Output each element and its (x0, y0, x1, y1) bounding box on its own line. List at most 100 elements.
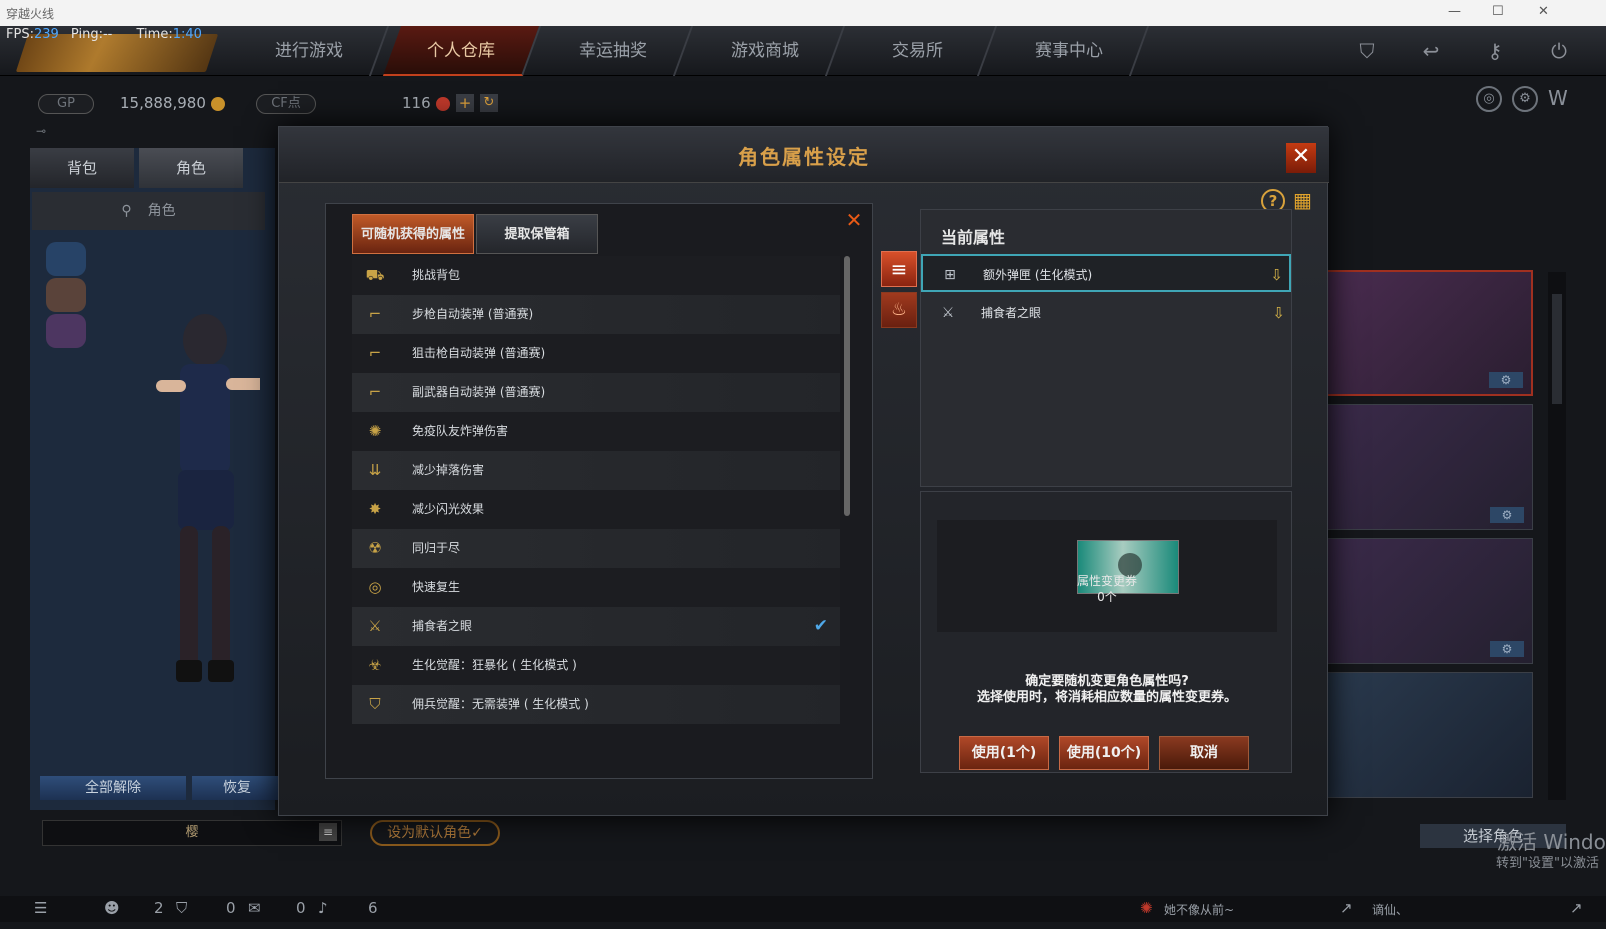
w-logo-icon[interactable]: W (1548, 86, 1568, 110)
download-icon[interactable]: ⇩ (1270, 256, 1283, 294)
attribute-row[interactable]: ⇊ 减少掉落伤害 (352, 451, 840, 490)
chat-message-2: 谪仙、 (1372, 903, 1409, 917)
character-card[interactable] (1326, 672, 1533, 798)
key-small-icon: ⊸ (36, 124, 47, 138)
voucher-panel: 属性变更券 0个 确定要随机变更角色属性吗? 选择使用时，将消耗相应数量的属性变… (920, 491, 1292, 773)
nav-tab-shop[interactable]: 游戏商城 (686, 26, 846, 76)
attribute-row[interactable]: ⌐ 步枪自动装弹 (普通赛) (352, 295, 840, 334)
grid-icon[interactable]: ▦ (1293, 189, 1315, 211)
attribute-row[interactable]: ☣ 生化觉醒：狂暴化 ( 生化模式 ) (352, 646, 840, 685)
attribute-row[interactable]: ☢ 同归于尽 (352, 529, 840, 568)
claw-icon: ⚔ (941, 305, 955, 321)
settings-icon[interactable]: ⚙ (1512, 86, 1538, 112)
add-cf-icon[interactable]: + (456, 94, 474, 112)
character-button-label: 角色 (147, 203, 176, 219)
pistol-icon: ⌐ (368, 383, 382, 401)
attribute-row[interactable]: ✺ 免疫队友炸弹伤害 (352, 412, 840, 451)
character-name-field[interactable]: 樱 ≡ (42, 820, 342, 846)
nav-tab-exchange[interactable]: 交易所 (838, 26, 998, 76)
close-window-button[interactable]: ✕ (1538, 4, 1549, 19)
attribute-label: 生化觉醒：狂暴化 ( 生化模式 ) (412, 658, 577, 672)
gear-icon[interactable]: ⚙ (1490, 641, 1524, 657)
attribute-label: 佣兵觉醒：无需装弹 ( 生化模式 ) (412, 697, 589, 711)
cancel-button[interactable]: 取消 (1159, 736, 1249, 770)
attribute-row[interactable]: ✸ 减少闪光效果 (352, 490, 840, 529)
attribute-label: 减少掉落伤害 (412, 463, 485, 477)
attribute-row[interactable]: ⚔ 捕食者之眼 ✔ (352, 607, 840, 646)
download-icon[interactable]: ⇩ (1272, 294, 1285, 332)
attribute-row[interactable]: ⛟ 挑战背包 (352, 256, 840, 295)
character-model (156, 314, 260, 682)
gear-icon[interactable]: ⚙ (1489, 372, 1523, 388)
character-card[interactable]: ⚙ (1326, 270, 1533, 396)
use-10-button[interactable]: 使用(10个) (1059, 736, 1149, 770)
close-dialog-button[interactable]: ✕ (1286, 143, 1316, 173)
speaker-icon[interactable]: ♪ (318, 899, 328, 917)
use-1-button[interactable]: 使用(1个) (959, 736, 1049, 770)
claw-icon: ⚔ (368, 617, 382, 635)
friends-count: 2 (154, 899, 164, 917)
chat-count: 0 (296, 899, 306, 917)
tab-backpack[interactable]: 背包 (30, 148, 134, 188)
close-list-icon[interactable]: ✕ (844, 210, 864, 230)
perf-hud: FPS:239 Ping:-- Time:1:40 (6, 27, 202, 42)
explosion-icon: ✺ (368, 422, 382, 440)
attribute-list-scrollbar[interactable] (844, 256, 850, 516)
key-icon[interactable]: ⚷ (1482, 38, 1508, 64)
character-scrollbar[interactable] (1548, 272, 1566, 800)
voucher-name: 属性变更券 (1076, 574, 1137, 588)
time-label: Time: (136, 27, 173, 42)
wing-icon[interactable] (46, 314, 86, 348)
refresh-icon[interactable]: ↻ (480, 94, 498, 112)
character-button[interactable]: ⚲ 角色 (32, 192, 265, 230)
nav-tab-play[interactable]: 进行游戏 (230, 26, 390, 76)
mask-icon[interactable] (46, 242, 86, 276)
tab-storage-box[interactable]: 提取保管箱 (476, 214, 598, 254)
unequip-all-button[interactable]: 全部解除 (40, 776, 186, 800)
cf-badge: CF点 (256, 94, 316, 114)
attribute-row[interactable]: ◎ 快速复生 (352, 568, 840, 607)
menu-icon[interactable]: ☰ (34, 899, 47, 917)
friends-icon[interactable]: ☻ (104, 899, 120, 917)
list-icon[interactable]: ≡ (319, 823, 337, 841)
maximize-button[interactable]: ☐ (1492, 4, 1504, 19)
attribute-row[interactable]: ⛉ 佣兵觉醒：无需装弹 ( 生化模式 ) (352, 685, 840, 724)
current-attribute-label: 捕食者之眼 (981, 306, 1042, 320)
speaker-count: 6 (368, 899, 378, 917)
eagle-icon[interactable] (46, 278, 86, 312)
nav-tab-lottery[interactable]: 幸运抽奖 (534, 26, 694, 76)
clan-icon[interactable]: ⛉ (176, 899, 187, 917)
fps-value: 239 (33, 27, 59, 42)
extract-button[interactable]: ♨ (881, 292, 917, 328)
chat-icon[interactable]: ✉ (248, 899, 261, 917)
tab-random-attributes[interactable]: 可随机获得的属性 (352, 214, 474, 254)
minimize-button[interactable]: — (1448, 4, 1461, 19)
activation-watermark-sub: 转到"设置"以激活 (1496, 856, 1599, 871)
current-attribute-row[interactable]: ⚔ 捕食者之眼 ⇩ (921, 294, 1291, 332)
attribute-row[interactable]: ⌐ 狙击枪自动装弹 (普通赛) (352, 334, 840, 373)
character-card[interactable]: ⚙ (1326, 538, 1533, 664)
nav-tab-inventory[interactable]: 个人仓库 (382, 26, 542, 76)
nav-tab-events[interactable]: 赛事中心 (990, 26, 1150, 76)
attribute-row[interactable]: ⌐ 副武器自动装弹 (普通赛) (352, 373, 840, 412)
expand-icon-2[interactable]: ↗ (1570, 899, 1583, 917)
window-title: 穿越火线 (6, 7, 55, 21)
tab-character[interactable]: 角色 (139, 148, 243, 188)
dialog-title: 角色属性设定 (738, 145, 870, 169)
set-default-character-button[interactable]: 设为默认角色✓ (370, 820, 500, 846)
attribute-label: 快速复生 (412, 580, 461, 594)
shield-icon[interactable]: ⛉ (1354, 38, 1380, 64)
magazine-icon: ⊞ (944, 267, 956, 283)
restore-button[interactable]: 恢复 (192, 776, 282, 800)
back-icon[interactable]: ↩ (1418, 38, 1444, 64)
list-view-button[interactable]: ≡ (881, 251, 917, 287)
cf-coin-icon (436, 97, 450, 111)
power-icon[interactable]: ⏻ (1546, 38, 1572, 64)
character-card[interactable]: ⚙ (1326, 404, 1533, 530)
globe-icon[interactable]: ◎ (1476, 86, 1502, 112)
berserk-icon: ☣ (368, 656, 382, 674)
attribute-label: 副武器自动装弹 (普通赛) (412, 385, 546, 399)
gear-icon[interactable]: ⚙ (1490, 507, 1524, 523)
current-attribute-row[interactable]: ⊞ 额外弹匣 (生化模式) ⇩ (921, 254, 1291, 292)
expand-icon[interactable]: ↗ (1340, 899, 1353, 917)
